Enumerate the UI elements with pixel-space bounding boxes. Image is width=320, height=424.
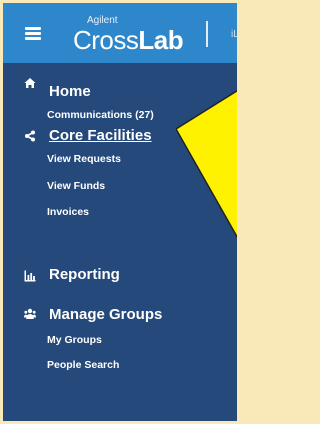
- sidebar-item-core-facilities[interactable]: Core Facilities: [49, 127, 152, 144]
- sidebar-item-invoices[interactable]: Invoices: [47, 206, 89, 218]
- hamburger-menu-icon[interactable]: [25, 27, 41, 41]
- sidebar-item-home[interactable]: Home: [49, 83, 91, 100]
- bar-chart-icon: [24, 270, 36, 282]
- app-frame: Agilent CrossLab iL Home Communications …: [3, 3, 237, 421]
- logo-crosslab-text: CrossLab: [73, 25, 184, 55]
- sidebar-item-view-requests[interactable]: View Requests: [47, 153, 121, 165]
- sidebar-item-communications[interactable]: Communications (27): [47, 109, 154, 121]
- header-clipped-text: iL: [231, 29, 237, 40]
- group-icon: [24, 308, 36, 319]
- home-icon: [24, 78, 36, 88]
- annotation-arrow-icon: [176, 89, 237, 239]
- sidebar-item-manage-groups[interactable]: Manage Groups: [49, 306, 162, 323]
- sidebar-item-people-search[interactable]: People Search: [47, 359, 119, 371]
- sidebar-item-my-groups[interactable]: My Groups: [47, 334, 102, 346]
- sidebar-item-view-funds[interactable]: View Funds: [47, 180, 105, 192]
- crosslab-logo[interactable]: Agilent CrossLab: [73, 15, 193, 55]
- sidebar-item-reporting[interactable]: Reporting: [49, 266, 120, 283]
- top-bar: Agilent CrossLab iL: [3, 3, 237, 63]
- header-divider: [206, 21, 208, 47]
- share-icon: [25, 130, 35, 142]
